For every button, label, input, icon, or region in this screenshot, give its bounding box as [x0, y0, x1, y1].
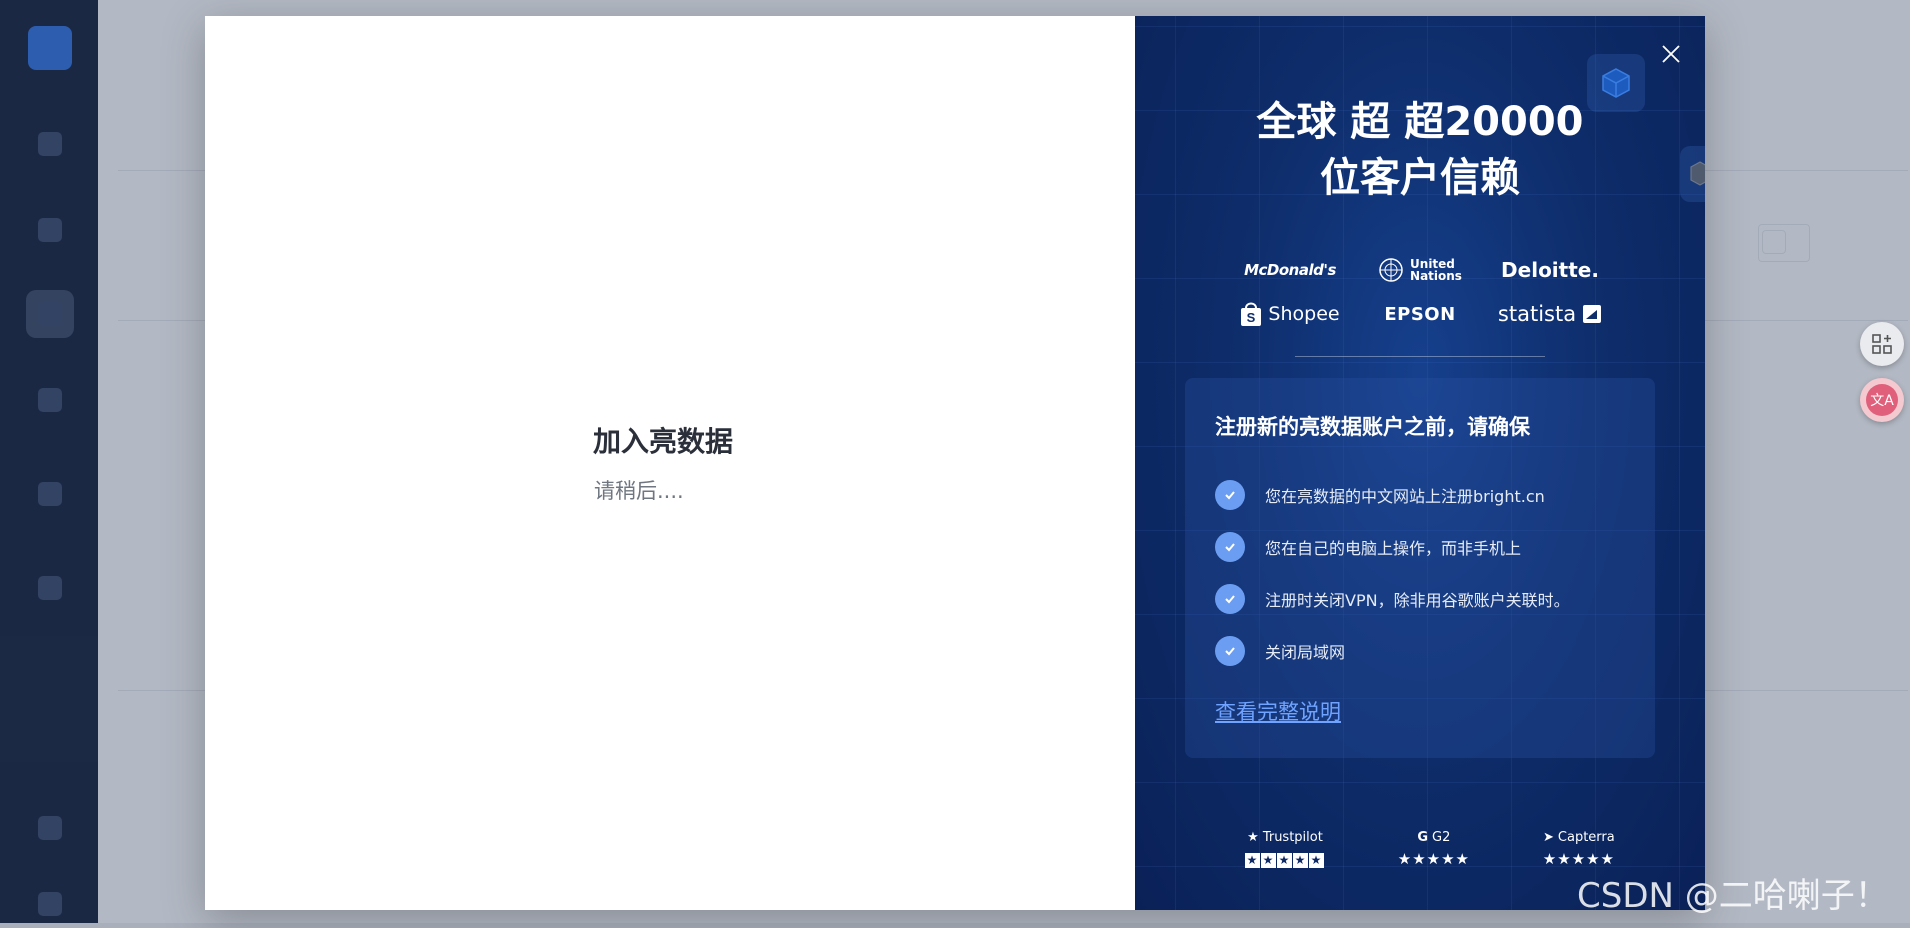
un-emblem-icon — [1379, 258, 1403, 282]
list-item: 注册时关闭VPN，除非用谷歌账户关联时。 — [1215, 573, 1570, 625]
headline: 全球 超 超20000 位客户信赖 — [1256, 99, 1584, 201]
mcdonalds-logo: McDonald's — [1244, 261, 1336, 279]
statista-logo: statista — [1498, 302, 1602, 326]
rating-stars: ★★★★★ — [1542, 850, 1615, 868]
g2-rating: G G2 ★★★★★ — [1397, 830, 1470, 868]
grid-icon — [1872, 334, 1892, 354]
review-ratings: ★ Trustpilot ★ ★ ★ ★ ★ G G2 ★★★★★ ➤ Capterra — [1245, 830, 1615, 868]
modal-right-panel: 全球 超 超20000 位客户信赖 McDonald's United Nati… — [1135, 16, 1705, 910]
rating-stars: ★★★★★ — [1397, 850, 1470, 868]
shopee-bag-icon: S — [1241, 302, 1262, 326]
app-sidebar — [0, 0, 98, 923]
capterra-rating: ➤ Capterra ★★★★★ — [1542, 830, 1615, 868]
requirements-list: 您在亮数据的中文网站上注册bright.cn 您在自己的电脑上操作，而非手机上 … — [1215, 469, 1570, 677]
rating-stars: ★★★★★ — [1245, 853, 1324, 868]
nav-active-icon — [26, 290, 74, 338]
epson-logo: EPSON — [1384, 303, 1456, 325]
signup-modal: 加入亮数据 请稍后.... 全球 超 超20000 位客户信赖 McDonald… — [205, 16, 1705, 910]
statista-mark-icon — [1583, 305, 1602, 323]
divider — [1295, 356, 1545, 357]
list-item: 您在自己的电脑上操作，而非手机上 — [1215, 521, 1570, 573]
nav-stats-icon — [26, 564, 74, 612]
list-item: 关闭局域网 — [1215, 625, 1570, 677]
nav-item-icon — [26, 206, 74, 254]
capterra-arrow-icon: ➤ — [1543, 830, 1554, 845]
requirements-card: 注册新的亮数据账户之前，请确保 您在亮数据的中文网站上注册bright.cn 您… — [1185, 378, 1655, 758]
star-icon: ★ — [1247, 830, 1259, 845]
united-nations-logo: United Nations — [1378, 257, 1462, 283]
card-title: 注册新的亮数据账户之前，请确保 — [1215, 415, 1530, 439]
nav-settings-icon — [26, 470, 74, 518]
modal-left-panel: 加入亮数据 请稍后.... — [205, 16, 1135, 910]
translate-button[interactable]: 文A — [1860, 378, 1904, 422]
deloitte-logo: Deloitte. — [1501, 258, 1599, 282]
svg-text:S: S — [1247, 310, 1256, 325]
checkmark-icon — [1215, 584, 1245, 614]
loading-text: 请稍后.... — [594, 479, 684, 503]
list-item: 您在亮数据的中文网站上注册bright.cn — [1215, 469, 1570, 521]
apps-grid-button[interactable] — [1860, 322, 1904, 366]
customer-logos: McDonald's United Nations Deloitte. S Sh… — [1225, 248, 1615, 336]
nav-chart-icon — [26, 376, 74, 424]
checkmark-icon — [1215, 480, 1245, 510]
shopee-logo: S Shopee — [1240, 301, 1340, 327]
csdn-watermark: CSDN @二哈喇子！ — [1577, 876, 1889, 916]
close-button[interactable] — [1653, 36, 1689, 72]
translate-icon: 文A — [1866, 384, 1898, 416]
checkmark-icon — [1215, 532, 1245, 562]
trustpilot-rating: ★ Trustpilot ★ ★ ★ ★ ★ — [1245, 830, 1325, 868]
close-icon — [1662, 45, 1680, 63]
nav-home-icon — [26, 120, 74, 168]
join-title: 加入亮数据 — [593, 425, 734, 458]
full-instructions-link[interactable]: 查看完整说明 — [1215, 696, 1341, 726]
nav-help-icon — [26, 804, 74, 852]
checkmark-icon — [1215, 636, 1245, 666]
app-logo — [28, 26, 72, 70]
g2-logo-icon: G — [1417, 830, 1429, 845]
nav-account-icon — [26, 880, 74, 928]
